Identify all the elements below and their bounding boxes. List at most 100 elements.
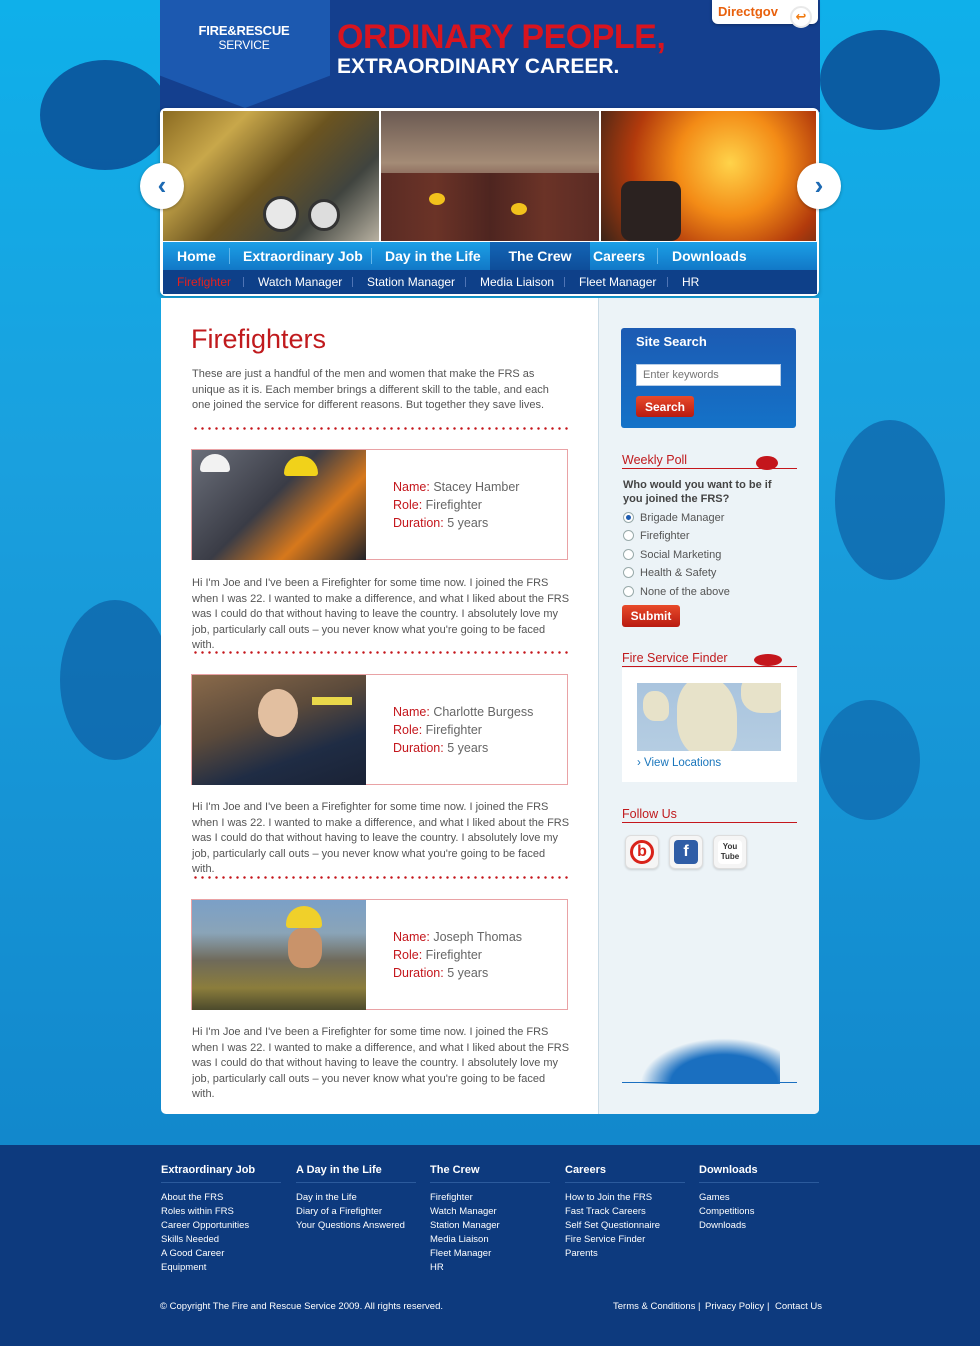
poll-option-label: Brigade Manager — [640, 512, 725, 524]
search-button[interactable]: Search — [636, 396, 694, 417]
terms-link[interactable]: Terms & Conditions — [613, 1301, 695, 1312]
fire-rescue-logo[interactable]: FIRE&RESCUE SERVICE — [188, 23, 300, 53]
dotted-divider — [192, 427, 570, 430]
profile-name: Stacey Hamber — [433, 480, 520, 494]
subnav-divider — [352, 277, 353, 287]
subnav-divider — [243, 277, 244, 287]
poll-title: Weekly Poll — [622, 453, 688, 467]
profile-photo — [192, 675, 366, 785]
youtube-icon: You Tube — [718, 840, 742, 864]
footer-link[interactable]: Games — [699, 1191, 819, 1205]
footer-link[interactable]: A Good Career — [161, 1247, 281, 1261]
footer-link[interactable]: Downloads — [699, 1219, 819, 1233]
footer-link[interactable]: Self Set Questionnaire — [565, 1219, 685, 1233]
footer-link[interactable]: Firefighter — [430, 1191, 550, 1205]
profile-card: Name: Charlotte Burgess Role: Firefighte… — [191, 674, 568, 785]
profile-card: Name: Stacey Hamber Role: Firefighter Du… — [191, 449, 568, 560]
view-locations-link[interactable]: › View Locations — [637, 757, 721, 769]
nav-extraordinary-job[interactable]: Extraordinary Job — [243, 242, 363, 270]
contact-link[interactable]: Contact Us — [775, 1301, 822, 1312]
footer-link[interactable]: Roles within FRS — [161, 1205, 281, 1219]
profile-duration: 5 years — [447, 966, 489, 980]
footer-heading[interactable]: Downloads — [699, 1164, 819, 1182]
nav-careers[interactable]: Careers — [593, 242, 645, 270]
footer-link-separator: | — [767, 1301, 770, 1312]
facebook-button[interactable]: f — [669, 835, 703, 869]
footer-link[interactable]: Station Manager — [430, 1219, 550, 1233]
carousel-image-equipment — [163, 111, 379, 241]
poll-option-label: Health & Safety — [640, 567, 717, 579]
subnav-fleet-manager[interactable]: Fleet Manager — [579, 270, 656, 294]
uk-map[interactable] — [637, 683, 781, 751]
footer-link[interactable]: Career Opportunities — [161, 1219, 281, 1233]
footer-link[interactable]: Fleet Manager — [430, 1247, 550, 1261]
role-label: Role: — [393, 498, 423, 512]
footer-link[interactable]: How to Join the FRS — [565, 1191, 685, 1205]
footer-link[interactable]: Watch Manager — [430, 1205, 550, 1219]
nav-the-crew[interactable]: The Crew — [490, 242, 590, 270]
bebo-button[interactable]: b — [625, 835, 659, 869]
nav-day-in-the-life[interactable]: Day in the Life — [385, 242, 481, 270]
footer-heading[interactable]: A Day in the Life — [296, 1164, 416, 1182]
profile-card: Name: Joseph Thomas Role: Firefighter Du… — [191, 899, 568, 1010]
role-label: Role: — [393, 948, 423, 962]
footer-link[interactable]: Diary of a Firefighter — [296, 1205, 416, 1219]
subnav-station-manager[interactable]: Station Manager — [367, 270, 455, 294]
ink-splat-decoration — [60, 600, 170, 760]
profile-role: Firefighter — [425, 948, 482, 962]
footer-column: A Day in the Life Day in the Life Diary … — [296, 1164, 416, 1233]
page-title: Firefighters — [191, 324, 327, 354]
footer-link[interactable]: Competitions — [699, 1205, 819, 1219]
footer-heading[interactable]: Extraordinary Job — [161, 1164, 281, 1182]
carousel-image-fire — [601, 111, 816, 241]
subnav-watch-manager[interactable]: Watch Manager — [258, 270, 342, 294]
footer-link[interactable]: Skills Needed — [161, 1233, 281, 1247]
poll-question: Who would you want to be if you joined t… — [623, 479, 772, 505]
nav-home[interactable]: Home — [177, 242, 216, 270]
profile-bio: Hi I'm Joe and I've been a Firefighter f… — [192, 577, 570, 651]
poll-submit-button[interactable]: Submit — [622, 605, 680, 627]
profile-duration: 5 years — [447, 516, 489, 530]
carousel-prev-button[interactable]: ‹ — [140, 163, 184, 209]
section-divider — [622, 822, 797, 823]
subnav-firefighter[interactable]: Firefighter — [177, 270, 231, 294]
footer-link[interactable]: HR — [430, 1261, 550, 1275]
footer-link[interactable]: Fast Track Careers — [565, 1205, 685, 1219]
footer-link-separator: | — [698, 1301, 701, 1312]
carousel-next-button[interactable]: › — [797, 163, 841, 209]
profile-role: Firefighter — [425, 498, 482, 512]
profile-duration: 5 years — [447, 741, 489, 755]
footer-link[interactable]: Equipment — [161, 1261, 281, 1275]
youtube-button[interactable]: You Tube — [713, 835, 747, 869]
subnav-hr[interactable]: HR — [682, 270, 699, 294]
footer-link[interactable]: Your Questions Answered — [296, 1219, 416, 1233]
footer-link[interactable]: About the FRS — [161, 1191, 281, 1205]
logo-line1: FIRE&RESCUE — [198, 23, 290, 38]
footer-link[interactable]: Media Liaison — [430, 1233, 550, 1247]
search-title: Site Search — [636, 334, 707, 349]
footer-link[interactable]: Day in the Life — [296, 1191, 416, 1205]
profile-bio: Hi I'm Joe and I've been a Firefighter f… — [192, 801, 570, 875]
footer-heading[interactable]: Careers — [565, 1164, 685, 1182]
profile-info: Name: Stacey Hamber Role: Firefighter Du… — [393, 478, 519, 532]
footer-divider — [565, 1182, 685, 1183]
radio-selected-icon[interactable] — [623, 512, 634, 523]
radio-icon[interactable] — [623, 549, 634, 560]
subnav-media-liaison[interactable]: Media Liaison — [480, 270, 554, 294]
radio-icon[interactable] — [623, 567, 634, 578]
footer-column: The Crew Firefighter Watch Manager Stati… — [430, 1164, 550, 1275]
radio-icon[interactable] — [623, 586, 634, 597]
footer-link[interactable]: Fire Service Finder — [565, 1233, 685, 1247]
dotted-divider — [192, 876, 570, 879]
directgov-arrow-icon: ↩ — [790, 6, 812, 28]
profile-name: Joseph Thomas — [433, 930, 523, 944]
footer-link[interactable]: Parents — [565, 1247, 685, 1261]
sub-nav: Firefighter Watch Manager Station Manage… — [163, 270, 817, 294]
privacy-link[interactable]: Privacy Policy — [705, 1301, 764, 1312]
copyright-text: © Copyright The Fire and Rescue Service … — [160, 1301, 443, 1312]
search-input[interactable] — [636, 364, 781, 386]
footer-heading[interactable]: The Crew — [430, 1164, 550, 1182]
directgov-badge[interactable]: Directgov ↩ — [712, 0, 818, 28]
nav-downloads[interactable]: Downloads — [672, 242, 747, 270]
radio-icon[interactable] — [623, 530, 634, 541]
